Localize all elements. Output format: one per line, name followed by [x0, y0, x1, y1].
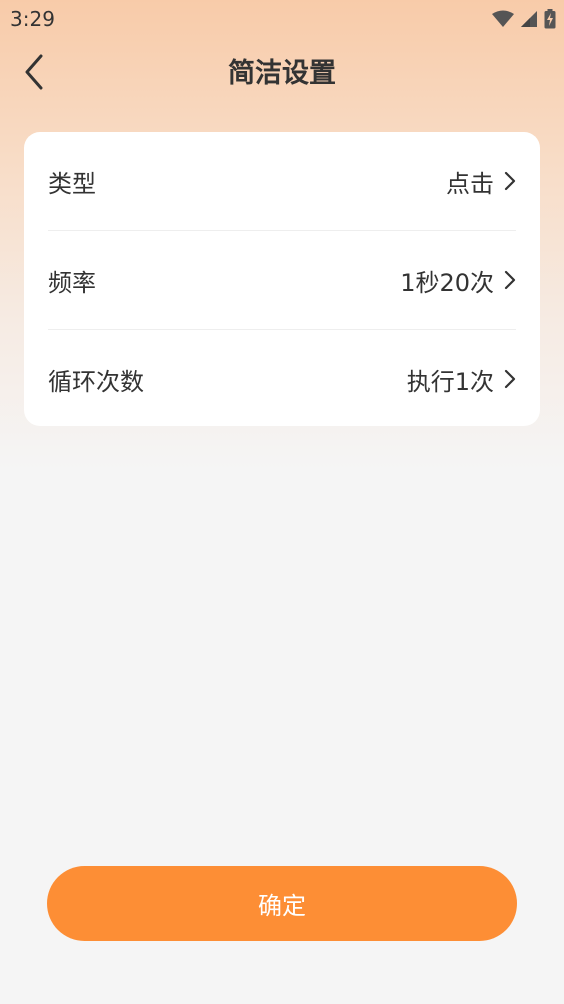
battery-charging-icon [544, 9, 556, 29]
row-value: 点击 [446, 169, 494, 198]
chevron-right-icon [504, 171, 516, 191]
row-label: 类型 [48, 169, 96, 198]
header: 简洁设置 [0, 44, 564, 104]
row-label: 频率 [48, 268, 96, 297]
row-value-group: 点击 [446, 164, 516, 199]
row-value: 1秒20次 [400, 268, 494, 297]
settings-row-frequency[interactable]: 频率 1秒20次 [48, 230, 516, 329]
status-bar: 3:29 [0, 0, 564, 38]
row-label: 循环次数 [48, 367, 144, 396]
chevron-right-icon [504, 369, 516, 389]
settings-row-type[interactable]: 类型 点击 [48, 132, 516, 230]
chevron-right-icon [504, 270, 516, 290]
status-time: 3:29 [10, 7, 55, 31]
row-value-group: 执行1次 [407, 362, 516, 397]
wifi-icon [492, 10, 514, 28]
settings-card: 类型 点击 频率 1秒20次 循环次数 执行1次 [24, 132, 540, 426]
cell-signal-icon [520, 10, 538, 28]
settings-row-loop-count[interactable]: 循环次数 执行1次 [48, 329, 516, 428]
status-icons [492, 8, 556, 30]
row-value: 执行1次 [406, 367, 494, 396]
page-title: 简洁设置 [228, 58, 336, 89]
confirm-button[interactable]: 确定 [47, 866, 517, 941]
row-value-group: 1秒20次 [400, 263, 516, 298]
